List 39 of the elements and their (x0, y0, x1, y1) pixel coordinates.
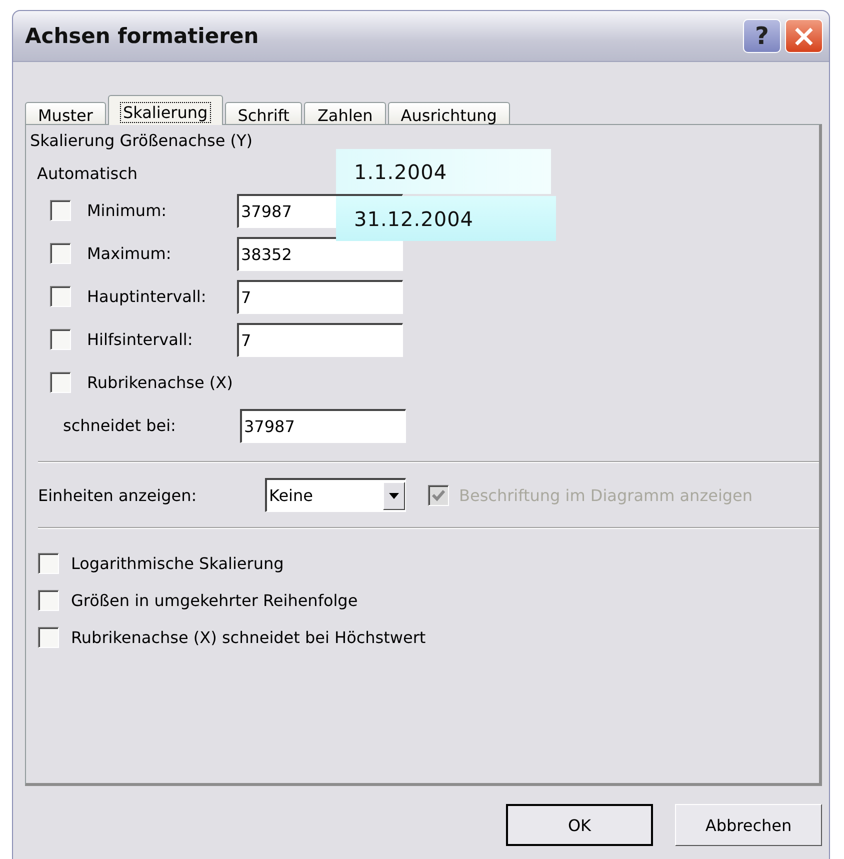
checkbox[interactable] (38, 590, 59, 611)
checkbox[interactable] (50, 200, 71, 221)
field-label: Hauptintervall: (87, 287, 208, 306)
checkbox[interactable] (50, 329, 71, 350)
cancel-button[interactable]: Abbrechen (675, 804, 822, 846)
field-label: Maximum: (87, 244, 172, 263)
units-dropdown[interactable]: Keine (265, 478, 406, 512)
section-title: Skalierung Größenachse (Y) (29, 131, 254, 150)
help-button[interactable]: ? (743, 19, 781, 53)
checkbox[interactable] (50, 243, 71, 264)
ok-button[interactable]: OK (506, 804, 653, 846)
tab[interactable]: Zahlen (304, 102, 386, 124)
checkbox[interactable] (38, 627, 59, 648)
input-field[interactable]: 7 (237, 322, 403, 356)
input-field[interactable]: 38352 (237, 236, 403, 270)
checkbox-label: Logarithmische Skalierung (71, 554, 284, 573)
input-field[interactable]: 7 (237, 280, 403, 314)
field-label: Einheiten anzeigen: (38, 486, 198, 504)
field-label: Minimum: (87, 201, 168, 220)
group-label: Automatisch (37, 164, 138, 183)
date-tooltip: 31.12.2004 (336, 196, 556, 241)
tab[interactable]: Ausrichtung (388, 102, 510, 124)
tab[interactable]: Schrift (224, 102, 302, 124)
field-label: schneidet bei: (63, 416, 177, 435)
field-label: Hilfsintervall: (87, 330, 194, 349)
checkbox-label: Rubrikenachse (X) (87, 373, 234, 392)
checkbox-label: Rubrikenachse (X) schneidet bei Höchstwert (71, 628, 426, 647)
checkbox[interactable] (50, 286, 71, 307)
input-field[interactable]: 37987 (240, 408, 406, 442)
tab[interactable]: Muster (25, 102, 106, 124)
checkbox-label: Beschriftung im Diagramm anzeigen (459, 486, 753, 504)
tab[interactable]: Skalierung (108, 95, 223, 125)
window-title: Achsen formatieren (25, 24, 259, 48)
dropdown-arrow-icon (389, 492, 399, 498)
checkbox[interactable] (38, 553, 59, 574)
checkbox[interactable] (50, 372, 71, 393)
checkbox-label: Größen in umgekehrter Reihenfolge (71, 591, 358, 610)
checkmark-icon (432, 488, 445, 502)
date-tooltip: 1.1.2004 (336, 149, 551, 194)
